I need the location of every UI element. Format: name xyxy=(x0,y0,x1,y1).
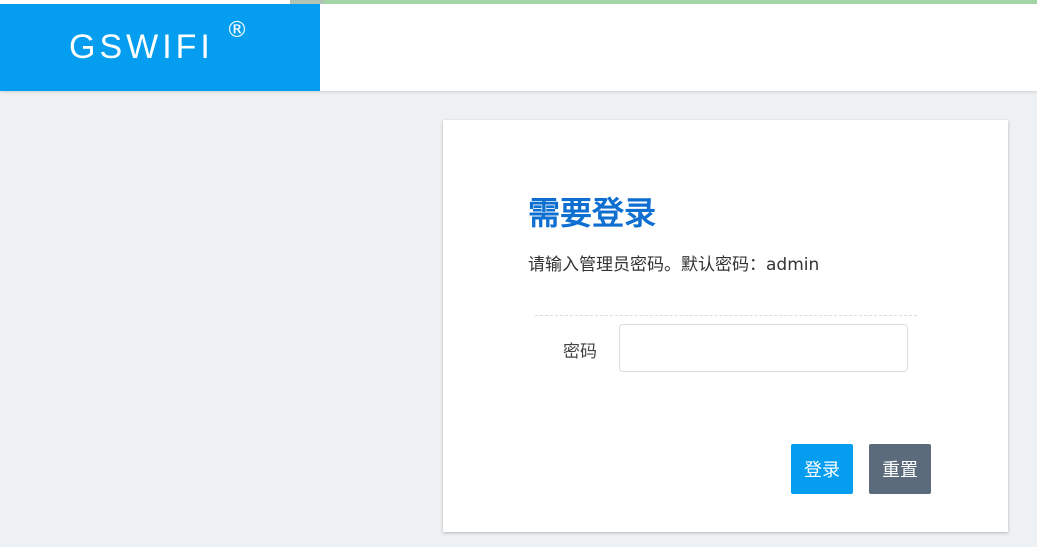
page-title: 需要登录 xyxy=(528,194,657,232)
password-label: 密码 xyxy=(563,342,597,362)
brand-name: GSWIFI xyxy=(69,28,214,66)
top-header-bar: GSWIFI ® xyxy=(0,0,1037,91)
reset-button[interactable]: 重置 xyxy=(869,444,931,494)
login-description: 请输入管理员密码。默认密码：admin xyxy=(528,255,820,275)
top-strip-segment xyxy=(324,0,1037,4)
brand-logo: GSWIFI ® xyxy=(0,4,320,91)
registered-mark: ® xyxy=(226,18,248,43)
divider xyxy=(535,315,917,316)
password-field[interactable] xyxy=(619,324,908,372)
login-card: 需要登录 请输入管理员密码。默认密码：admin 密码 登录 重置 xyxy=(443,120,1008,532)
login-button[interactable]: 登录 xyxy=(791,444,853,494)
